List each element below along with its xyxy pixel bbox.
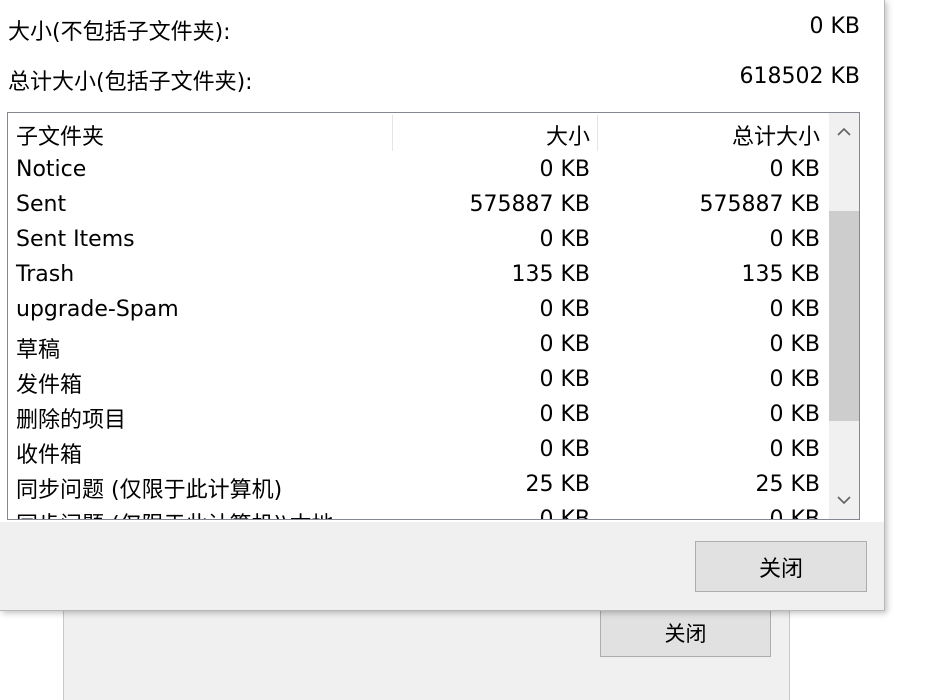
folder-total-size: 25 KB (755, 472, 820, 497)
folder-size: 0 KB (539, 227, 590, 252)
column-header-total[interactable]: 总计大小 (732, 119, 820, 151)
folder-total-size: 0 KB (769, 367, 820, 392)
folder-total-size: 0 KB (769, 157, 820, 182)
folder-size: 0 KB (539, 297, 590, 322)
folder-name: Notice (16, 157, 87, 182)
folder-name: 草稿 (16, 338, 61, 363)
subfolder-list[interactable]: 子文件夹 大小 总计大小 Notice 0 KB 0 KB Sent 57588… (7, 112, 860, 520)
folder-size: 0 KB (539, 367, 590, 392)
folder-size: 0 KB (539, 437, 590, 462)
folder-size: 0 KB (539, 402, 590, 427)
folder-size: 25 KB (525, 472, 590, 497)
table-row[interactable]: 同步问题 (仅限于此计算机)\本地 0 KB 0 KB (8, 505, 838, 520)
table-row[interactable]: upgrade-Spam 0 KB 0 KB (8, 295, 838, 330)
total-including-row: 总计大小(包括子文件夹): 618502 KB (8, 56, 860, 96)
folder-size: 575887 KB (469, 192, 591, 217)
column-header-name[interactable]: 子文件夹 (16, 119, 104, 151)
size-excluding-row: 大小(不包括子文件夹): 0 KB (8, 6, 860, 46)
folder-name: 收件箱 (16, 443, 83, 468)
size-excluding-value: 0 KB (809, 14, 860, 39)
folder-name: upgrade-Spam (16, 297, 179, 322)
folder-size: 0 KB (539, 507, 590, 520)
folder-size: 135 KB (511, 262, 590, 287)
total-including-label: 总计大小(包括子文件夹): (8, 70, 253, 95)
table-row[interactable]: Notice 0 KB 0 KB (8, 155, 838, 190)
chevron-down-icon[interactable] (829, 485, 859, 515)
table-row[interactable]: Sent Items 0 KB 0 KB (8, 225, 838, 260)
folder-total-size: 0 KB (769, 332, 820, 357)
list-header: 子文件夹 大小 总计大小 (8, 113, 838, 153)
table-row[interactable]: 收件箱 0 KB 0 KB (8, 435, 838, 470)
chevron-up-icon[interactable] (829, 117, 859, 147)
folder-size: 0 KB (539, 332, 590, 357)
column-header-size[interactable]: 大小 (546, 119, 590, 151)
list-body: Notice 0 KB 0 KB Sent 575887 KB 575887 K… (8, 155, 838, 520)
total-including-value: 618502 KB (739, 64, 861, 89)
table-row[interactable]: 发件箱 0 KB 0 KB (8, 365, 838, 400)
vertical-scrollbar[interactable] (829, 113, 859, 519)
folder-total-size: 0 KB (769, 402, 820, 427)
table-row[interactable]: 同步问题 (仅限于此计算机) 25 KB 25 KB (8, 470, 838, 505)
background-close-button[interactable]: 关闭 (600, 608, 771, 657)
table-row[interactable]: Sent 575887 KB 575887 KB (8, 190, 838, 225)
folder-size-dialog: 大小(不包括子文件夹): 0 KB 总计大小(包括子文件夹): 618502 K… (0, 0, 885, 611)
column-separator[interactable] (392, 115, 393, 151)
column-separator[interactable] (597, 115, 598, 151)
folder-total-size: 0 KB (769, 297, 820, 322)
size-excluding-label: 大小(不包括子文件夹): (8, 20, 231, 45)
folder-name: 删除的项目 (16, 408, 127, 433)
table-row[interactable]: 删除的项目 0 KB 0 KB (8, 400, 838, 435)
table-row[interactable]: Trash 135 KB 135 KB (8, 260, 838, 295)
folder-name: 发件箱 (16, 373, 83, 398)
folder-name: 同步问题 (仅限于此计算机) (16, 478, 283, 503)
scrollbar-thumb[interactable] (829, 211, 859, 421)
folder-total-size: 0 KB (769, 437, 820, 462)
folder-size: 0 KB (539, 157, 590, 182)
folder-total-size: 0 KB (769, 507, 820, 520)
dialog-content: 大小(不包括子文件夹): 0 KB 总计大小(包括子文件夹): 618502 K… (0, 0, 884, 522)
folder-name: Sent (16, 192, 67, 217)
folder-name: Sent Items (16, 227, 135, 252)
folder-name: Trash (16, 262, 75, 287)
close-button[interactable]: 关闭 (695, 541, 867, 592)
folder-name: 同步问题 (仅限于此计算机)\本地 (16, 507, 334, 519)
folder-total-size: 0 KB (769, 227, 820, 252)
folder-total-size: 135 KB (741, 262, 820, 287)
folder-total-size: 575887 KB (699, 192, 821, 217)
table-row[interactable]: 草稿 0 KB 0 KB (8, 330, 838, 365)
